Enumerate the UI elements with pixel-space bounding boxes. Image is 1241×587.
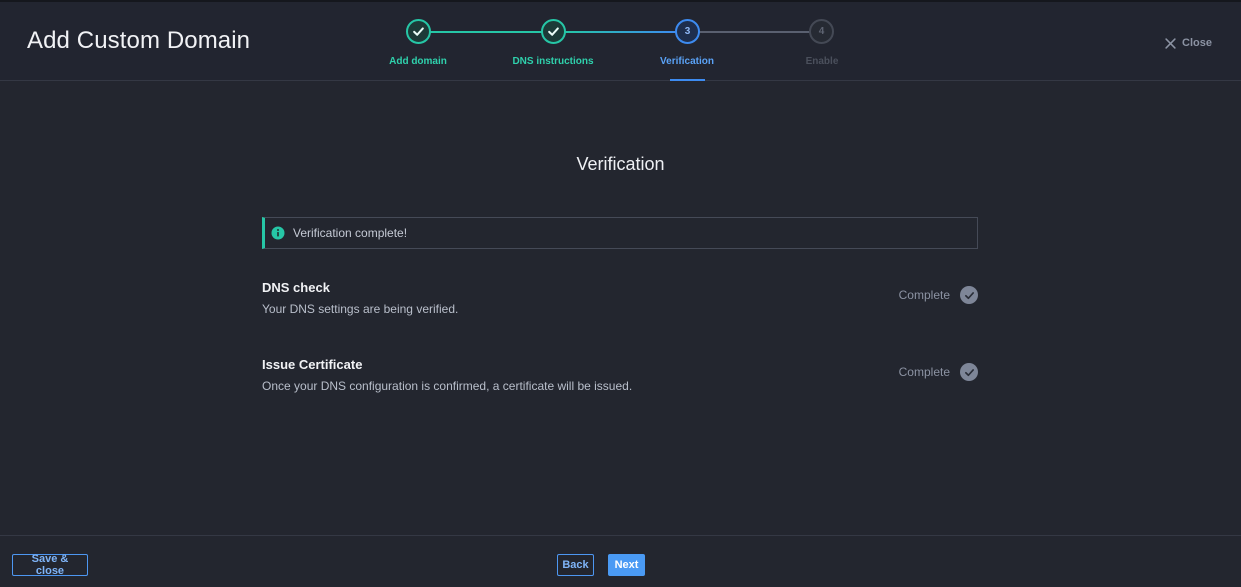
dns-check-status: Complete: [899, 286, 978, 304]
close-icon: [1165, 37, 1176, 49]
check-icon: [413, 27, 424, 36]
active-step-underline: [670, 79, 705, 81]
section-title: Verification: [576, 154, 665, 174]
check-circle-icon: [960, 286, 978, 304]
step-2-label[interactable]: DNS instructions: [493, 56, 613, 67]
step-3-circle[interactable]: 3: [675, 19, 700, 44]
step-3-label[interactable]: Verification: [627, 56, 747, 67]
stepper: 3 4 Add domain DNS instructions Verifica…: [0, 2, 1241, 83]
info-icon: [271, 226, 285, 240]
dns-check-description: Your DNS settings are being verified.: [262, 302, 459, 316]
dns-check-status-text: Complete: [898, 288, 950, 302]
step-4-label: Enable: [805, 56, 839, 67]
dns-check-row: DNS check Your DNS settings are being ve…: [262, 280, 978, 320]
add-custom-domain-page: Add Custom Domain 3 4 Add domain DNS ins…: [0, 0, 1241, 587]
step-1-label[interactable]: Add domain: [358, 56, 478, 67]
step-connector-1-2: [430, 31, 542, 33]
verification-alert: Verification complete!: [262, 217, 978, 249]
alert-text: Verification complete!: [293, 226, 408, 240]
issue-certificate-row: Issue Certificate Once your DNS configur…: [262, 357, 978, 397]
dns-check-title: DNS check: [262, 280, 330, 295]
close-button[interactable]: Close: [1165, 35, 1212, 51]
issue-certificate-title: Issue Certificate: [262, 357, 363, 372]
check-icon: [548, 27, 559, 36]
issue-certificate-status: Complete: [899, 363, 978, 381]
footer: Save & close Back Next: [0, 535, 1241, 587]
check-circle-icon: [960, 363, 978, 381]
step-4-circle: 4: [809, 19, 834, 44]
close-label: Close: [1182, 37, 1212, 49]
step-1-circle[interactable]: [406, 19, 431, 44]
issue-certificate-description: Once your DNS configuration is confirmed…: [262, 379, 633, 393]
issue-certificate-status-text: Complete: [898, 365, 950, 379]
step-2-circle[interactable]: [541, 19, 566, 44]
step-connector-2-3: [565, 31, 676, 33]
save-and-close-button[interactable]: Save & close: [12, 553, 88, 577]
header: Add Custom Domain 3 4 Add domain DNS ins…: [0, 0, 1241, 81]
next-button[interactable]: Next: [608, 554, 645, 576]
back-button[interactable]: Back: [557, 554, 594, 576]
step-connector-3-4: [699, 31, 810, 33]
